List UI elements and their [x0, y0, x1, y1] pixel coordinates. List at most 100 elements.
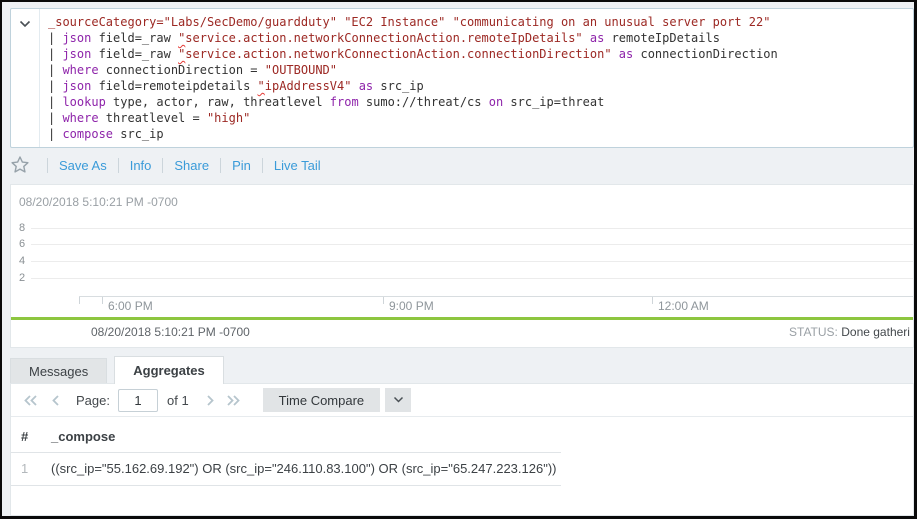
histogram-panel: 08/20/2018 5:10:21 PM -0700 86426:00 PM9…: [10, 184, 914, 348]
query-token: src_ip: [113, 127, 164, 141]
query-editor[interactable]: _sourceCategory="Labs/SecDemo/guardduty"…: [10, 8, 914, 148]
query-token: from: [330, 95, 359, 109]
x-axis-tick: [79, 296, 80, 304]
query-token: [612, 47, 619, 61]
query-token: "OUTBOUND": [265, 63, 337, 77]
query-token: "high": [207, 111, 250, 125]
gridline: [31, 278, 913, 279]
query-token: as: [619, 47, 633, 61]
results-start-timestamp: 08/20/2018 5:10:21 PM -0700: [91, 325, 250, 339]
query-token: type, actor, raw, threatlevel: [106, 95, 330, 109]
query-token: field=remoteipdetails: [91, 79, 257, 93]
next-page-button[interactable]: [206, 394, 215, 407]
page-label: Page:: [76, 393, 110, 408]
chevrons-right-icon: [226, 394, 241, 407]
toolbar-separator: [118, 158, 119, 173]
prev-page-button[interactable]: [51, 394, 60, 407]
gridline: [31, 244, 913, 245]
query-token: |: [48, 47, 62, 61]
query-token: json: [62, 31, 91, 45]
query-token: src_ip: [373, 79, 424, 93]
query-token: |: [48, 95, 62, 109]
query-token: |: [48, 79, 62, 93]
query-token: as: [359, 79, 373, 93]
query-token: where: [62, 111, 98, 125]
toolbar-links: Save As Info Share Pin Live Tail: [36, 158, 321, 173]
gridline: [31, 228, 913, 229]
status-value: Done gatheri: [841, 325, 910, 339]
search-status: STATUS: Done gatheri: [789, 325, 910, 339]
query-token: sumo://threat/cs: [359, 95, 489, 109]
gridline: [31, 261, 913, 262]
first-page-button[interactable]: [23, 394, 38, 407]
page-number-input[interactable]: [118, 389, 158, 412]
query-token: as: [590, 31, 604, 45]
query-token: threatlevel =: [99, 111, 207, 125]
search-progress-bar: [11, 317, 913, 320]
query-token: ": [258, 79, 265, 93]
query-token: service.action.networkConnectionAction.c…: [185, 47, 611, 61]
table-row[interactable]: 1((src_ip="55.162.69.192") OR (src_ip="2…: [11, 453, 561, 486]
query-token: compose: [62, 127, 113, 141]
query-token: _sourceCategory="Labs/SecDemo/guardduty"…: [48, 15, 770, 29]
status-label: STATUS:: [789, 325, 838, 339]
toolbar-separator: [262, 158, 263, 173]
chevron-down-icon[interactable]: [18, 17, 32, 31]
chart-x-axis: [79, 296, 913, 297]
chevrons-left-icon: [23, 394, 38, 407]
favorite-star-icon[interactable]: [10, 155, 30, 175]
query-token: connectionDirection =: [99, 63, 265, 77]
query-token: |: [48, 111, 62, 125]
x-axis-tick-label: 9:00 PM: [389, 299, 434, 313]
chevron-down-icon: [393, 396, 404, 404]
query-token: ipAddressV4": [265, 79, 352, 93]
query-token: src_ip=threat: [503, 95, 604, 109]
table-header-row: # _compose: [11, 423, 561, 453]
results-tabbar: Messages Aggregates: [10, 356, 224, 384]
chevron-left-icon: [51, 394, 60, 407]
aggregates-table: # _compose 1((src_ip="55.162.69.192") OR…: [11, 423, 561, 486]
query-code[interactable]: _sourceCategory="Labs/SecDemo/guardduty"…: [40, 9, 913, 147]
y-axis-tick-label: 6: [19, 238, 33, 250]
query-collapse-gutter[interactable]: [11, 9, 40, 147]
chart-start-timestamp: 08/20/2018 5:10:21 PM -0700: [19, 195, 178, 209]
query-token: remoteIpDetails: [604, 31, 720, 45]
x-axis-tick: [383, 296, 384, 304]
x-axis-tick-label: 12:00 AM: [658, 299, 709, 313]
toolbar-link-live-tail[interactable]: Live Tail: [274, 158, 321, 173]
query-token: |: [48, 127, 62, 141]
query-token: json: [62, 79, 91, 93]
query-token: service.action.networkConnectionAction.r…: [185, 31, 582, 45]
pagination-toolbar: Page: of 1 Time Compare: [11, 384, 913, 417]
y-axis-tick-label: 2: [19, 272, 33, 284]
tab-aggregates[interactable]: Aggregates: [114, 356, 224, 384]
chevron-right-icon: [206, 394, 215, 407]
page-of-label: of 1: [167, 393, 189, 408]
time-compare-button[interactable]: Time Compare: [263, 388, 380, 412]
y-axis-tick-label: 4: [19, 255, 33, 267]
column-header-num: #: [21, 429, 51, 444]
query-token: [351, 79, 358, 93]
query-token: connectionDirection: [633, 47, 778, 61]
tab-messages[interactable]: Messages: [10, 358, 107, 384]
toolbar-link-info[interactable]: Info: [130, 158, 152, 173]
toolbar-link-share[interactable]: Share: [174, 158, 209, 173]
toolbar-link-pin[interactable]: Pin: [232, 158, 251, 173]
toolbar-separator: [220, 158, 221, 173]
last-page-button[interactable]: [226, 394, 241, 407]
query-token: json: [62, 47, 91, 61]
time-compare-dropdown-button[interactable]: [385, 388, 411, 412]
toolbar-link-save-as[interactable]: Save As: [59, 158, 107, 173]
query-token: where: [62, 63, 98, 77]
compose-value: ((src_ip="55.162.69.192") OR (src_ip="24…: [51, 461, 561, 476]
query-token: |: [48, 31, 62, 45]
y-axis-tick-label: 8: [19, 222, 33, 234]
aggregates-panel: Page: of 1 Time Compare: [10, 383, 914, 516]
query-token: on: [489, 95, 503, 109]
search-toolbar: Save As Info Share Pin Live Tail: [2, 146, 914, 184]
query-token: field=_raw: [91, 47, 178, 61]
query-token: field=_raw: [91, 31, 178, 45]
query-token: lookup: [62, 95, 105, 109]
row-number: 1: [21, 461, 51, 476]
x-axis-tick: [652, 296, 653, 304]
